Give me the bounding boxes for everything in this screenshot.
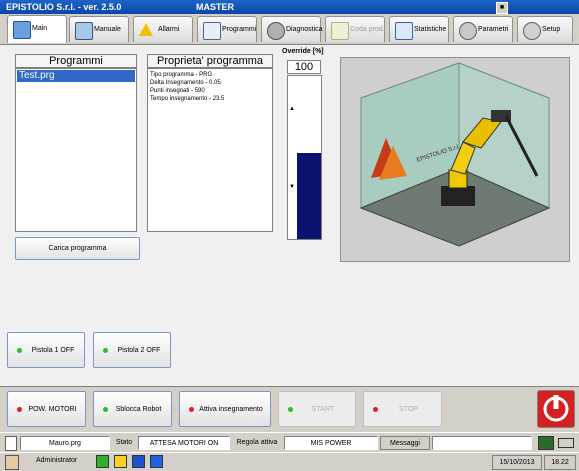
quick-launch-icon-2[interactable] xyxy=(114,455,127,468)
tab-main[interactable]: Main xyxy=(7,15,67,43)
programs-title: Programmi xyxy=(15,54,137,68)
properties-box: Tipo programma - PRG Delta Insegnamento … xyxy=(147,68,273,232)
list-item[interactable]: Test.prg xyxy=(17,70,135,82)
tab-parametri[interactable]: Parametri xyxy=(453,16,513,42)
diagnostics-icon xyxy=(267,22,285,40)
property-line: Delta Insegnamento - 0.05 xyxy=(150,80,221,86)
unlock-robot-button[interactable]: Sblocca Robot xyxy=(93,391,172,427)
network-icon xyxy=(538,436,554,450)
control-bar: POW. MOTORI Sblocca Robot Attiva insegna… xyxy=(0,386,579,433)
active-rule-value: MIS POWER xyxy=(284,436,378,450)
taskbar: Administrator 15/10/2013 18.22 xyxy=(0,452,579,471)
start-button[interactable]: START xyxy=(278,391,356,427)
power-off-button[interactable] xyxy=(537,390,575,428)
tab-manuale[interactable]: Manuale xyxy=(69,16,129,42)
override-value: 100 xyxy=(287,60,321,74)
date-display: 15/10/2013 xyxy=(492,455,542,470)
time-display: 18.22 xyxy=(544,455,576,470)
teaching-mode-button[interactable]: Attiva insegnamento xyxy=(179,391,271,427)
user-name: Administrator xyxy=(36,457,78,464)
mode-label: MASTER xyxy=(196,2,234,12)
robot-3d-view[interactable]: EPISTOLIO S.r.l. xyxy=(340,57,570,262)
status-doc-icon xyxy=(5,436,17,451)
home-icon xyxy=(13,21,31,39)
robot-cell-illustration xyxy=(359,62,551,247)
override-label: Override [%] xyxy=(282,48,324,55)
quick-launch-icon-1[interactable] xyxy=(96,455,109,468)
battery-icon xyxy=(558,438,574,448)
tab-allarmi[interactable]: Allarmi xyxy=(133,16,193,42)
app-icon: ■ xyxy=(496,2,508,14)
tab-statistiche[interactable]: Statistiche xyxy=(389,16,449,42)
tab-programmi[interactable]: Programmi xyxy=(197,16,257,42)
property-line: Tempo insegnamento - 23.5 xyxy=(150,96,225,102)
property-line: Tipo programma - PRG xyxy=(150,72,213,78)
hand-icon xyxy=(75,22,93,40)
user-icon xyxy=(5,455,19,470)
setup-icon xyxy=(523,22,541,40)
gun-1-button[interactable]: Pistola 1 OFF xyxy=(7,332,85,368)
statistics-icon xyxy=(395,22,413,40)
power-motors-button[interactable]: POW. MOTORI xyxy=(7,391,86,427)
slider-up-arrow[interactable]: ▲ xyxy=(289,106,295,112)
override-slider[interactable]: ▲ ▼ xyxy=(287,75,322,240)
override-level-bar xyxy=(297,153,321,239)
document-icon xyxy=(203,22,221,40)
override-track xyxy=(289,77,299,153)
active-rule-label: Regola attiva xyxy=(232,436,282,450)
messages-button[interactable]: Messaggi xyxy=(380,436,430,450)
gears-icon xyxy=(459,22,477,40)
current-program: Mauro.prg xyxy=(20,436,110,450)
tab-setup[interactable]: Setup xyxy=(517,16,573,42)
stop-button[interactable]: STOP xyxy=(363,391,442,427)
state-label: Stato xyxy=(112,436,136,450)
gun-2-button[interactable]: Pistola 2 OFF xyxy=(93,332,171,368)
app-title: EPISTOLIO S.r.l. - ver. 2.5.0 xyxy=(6,2,122,12)
status-bar: Mauro.prg Stato ATTESA MOTORI ON Regola … xyxy=(0,432,579,453)
tab-coda-prod[interactable]: Coda prod. xyxy=(325,16,385,42)
warning-icon xyxy=(139,23,153,36)
messages-field xyxy=(432,436,532,450)
queue-icon xyxy=(331,22,349,40)
properties-title: Proprieta' programma xyxy=(147,54,273,68)
tab-diagnostica[interactable]: Diagnostica xyxy=(261,16,323,42)
main-panel: Programmi Test.prg Carica programma Prop… xyxy=(0,45,579,386)
load-program-button[interactable]: Carica programma xyxy=(15,237,140,260)
quick-launch-icon-4[interactable] xyxy=(150,455,163,468)
state-value: ATTESA MOTORI ON xyxy=(138,436,230,450)
slider-down-arrow[interactable]: ▼ xyxy=(289,184,295,190)
main-tabs: Main Manuale Allarmi Programmi Diagnosti… xyxy=(0,14,579,45)
programs-list[interactable]: Test.prg xyxy=(15,68,137,232)
power-icon xyxy=(543,395,569,422)
property-line: Punti insegnati - 590 xyxy=(150,88,205,94)
title-bar: EPISTOLIO S.r.l. - ver. 2.5.0 MASTER ■ xyxy=(0,0,579,14)
quick-launch-icon-3[interactable] xyxy=(132,455,145,468)
